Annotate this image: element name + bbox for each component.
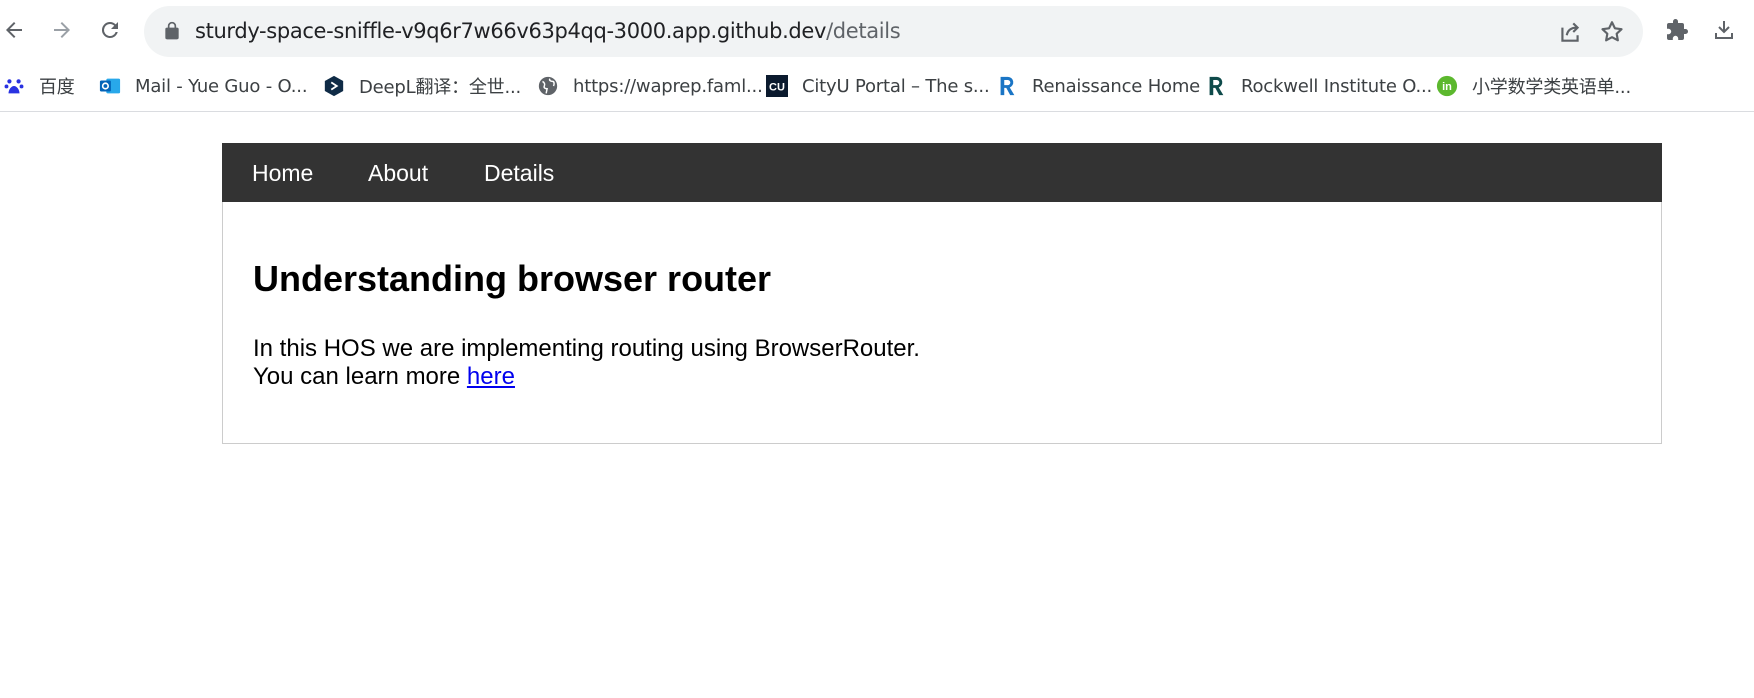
description-line-1: In this HOS we are implementing routing … [253, 335, 920, 362]
bookmark-cityu-portal[interactable]: CU CityU Portal – The s... [766, 72, 990, 100]
cityu-icon: CU [766, 75, 788, 97]
deepl-icon [323, 75, 345, 97]
url-path: /details [826, 19, 901, 43]
in-icon: in [1436, 75, 1458, 97]
bookmark-label: DeepL翻译：全世... [359, 77, 522, 98]
in-icon-text: in [1442, 81, 1452, 93]
arrow-right-icon [54, 22, 70, 38]
bookmark-math-english[interactable]: in 小学数学类英语单... [1436, 72, 1631, 100]
rockwell-icon [1205, 75, 1227, 97]
bookmark-label: Rockwell Institute O... [1241, 75, 1433, 97]
nav-about-link[interactable]: About [368, 160, 428, 187]
page-heading: Understanding browser router [253, 258, 772, 299]
description-paragraph: In this HOS we are implementing routing … [253, 335, 920, 391]
app-container: Home About Details Understanding browser… [222, 143, 1662, 444]
nav-home-link[interactable]: Home [252, 160, 313, 187]
bookmark-renaissance-home[interactable]: Renaissance Home [996, 72, 1200, 100]
reload-button[interactable] [93, 13, 127, 47]
cityu-icon-text: CU [769, 82, 785, 94]
lock-icon [165, 21, 179, 40]
address-bar[interactable]: sturdy-space-sniffle-v9q6r7w66v63p4qq-30… [144, 6, 1643, 57]
bookmark-deepl[interactable]: DeepL翻译：全世... [323, 72, 521, 100]
outlook-icon [99, 75, 121, 97]
bookmark-outlook-mail[interactable]: Mail - Yue Guo - O... [99, 72, 308, 100]
bookmark-label: 小学数学类英语单... [1472, 77, 1631, 98]
baidu-paw-icon [3, 75, 25, 97]
navbar: Home About Details [222, 143, 1662, 202]
url-host: sturdy-space-sniffle-v9q6r7w66v63p4qq-30… [195, 19, 827, 43]
puzzle-icon [1667, 19, 1688, 40]
learn-more-text: You can learn more [253, 363, 467, 390]
browser-toolbar: sturdy-space-sniffle-v9q6r7w66v63p4qq-30… [0, 0, 1754, 62]
bookmark-label: CityU Portal – The s... [802, 75, 990, 97]
forward-button[interactable] [45, 13, 79, 47]
description-line-2: You can learn more here [253, 363, 920, 391]
arrow-left-icon [6, 22, 22, 38]
bookmark-label: Mail - Yue Guo - O... [135, 75, 308, 97]
bookmark-label: Renaissance Home [1032, 75, 1201, 97]
globe-icon [537, 75, 559, 97]
nav-details-link[interactable]: Details [484, 160, 554, 187]
downloads-button[interactable] [1707, 13, 1741, 47]
reload-icon [101, 21, 118, 38]
download-icon [1715, 21, 1733, 39]
bookmark-waprep[interactable]: https://waprep.faml... [537, 72, 763, 100]
bookmark-rockwell-institute[interactable]: Rockwell Institute O... [1205, 72, 1432, 100]
bookmarks-bar: 百度 Mail - Yue Guo - O... DeepL翻译：全世... h… [0, 62, 1754, 112]
bookmark-baidu[interactable]: 百度 [3, 72, 75, 100]
bookmark-label: 百度 [39, 77, 75, 98]
share-icon[interactable] [1557, 19, 1583, 45]
back-button[interactable] [0, 13, 31, 47]
learn-more-link[interactable]: here [467, 363, 515, 390]
page-content: Understanding browser router [253, 261, 771, 297]
renaissance-icon [996, 75, 1018, 97]
bookmark-label: https://waprep.faml... [573, 75, 763, 97]
url-text: sturdy-space-sniffle-v9q6r7w66v63p4qq-30… [195, 19, 901, 43]
extensions-button[interactable] [1660, 13, 1694, 47]
star-icon[interactable] [1599, 19, 1625, 45]
